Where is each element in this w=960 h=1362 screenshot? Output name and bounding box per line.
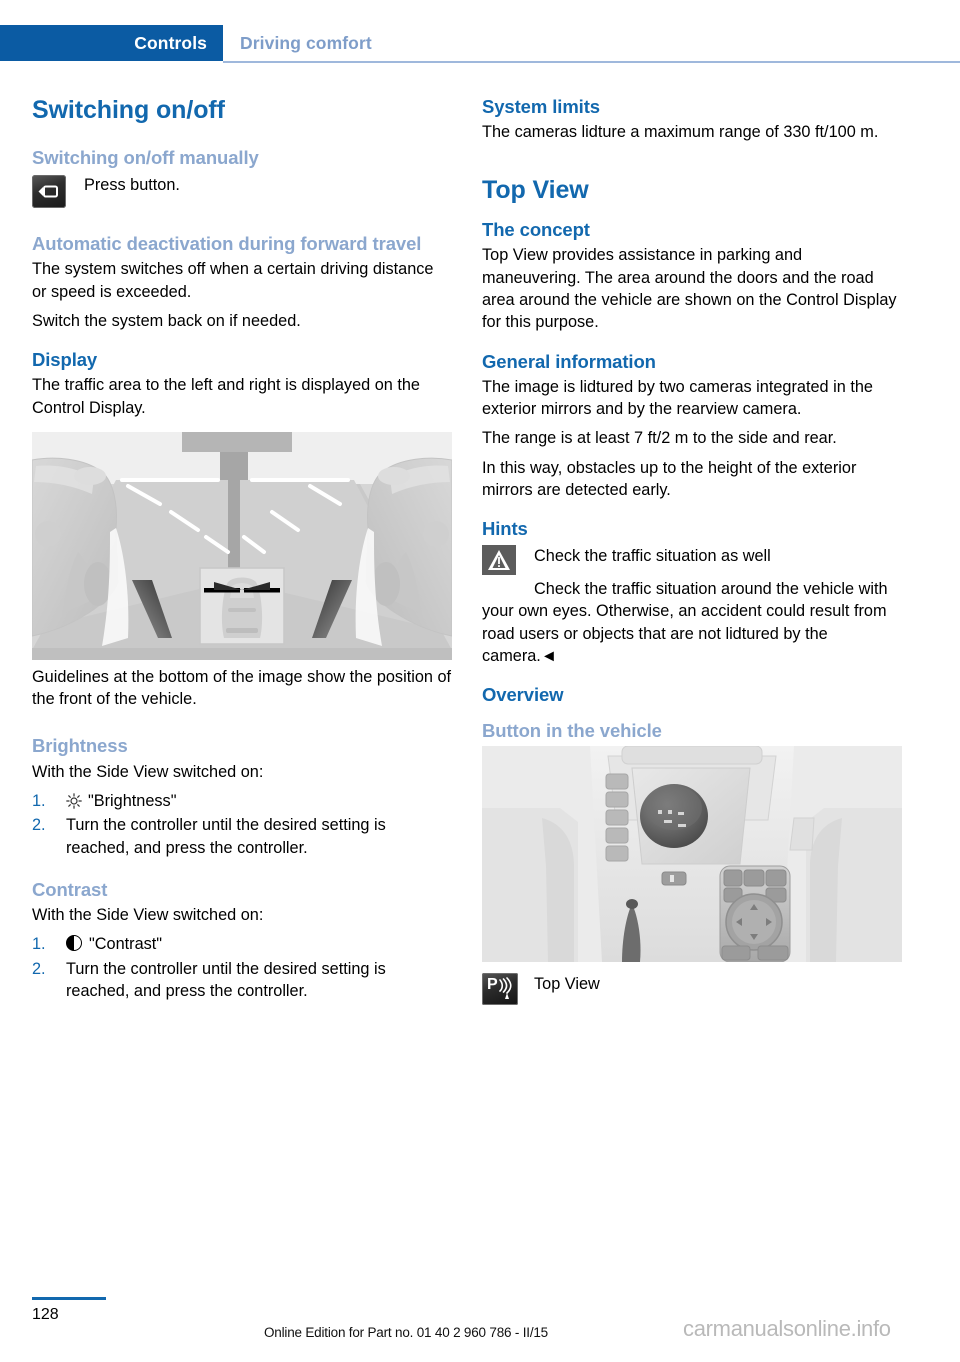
page-number: 128 [32,1306,59,1323]
heading-button-in-vehicle: Button in the vehicle [482,720,662,742]
heading-auto-deactivation: Automatic deactivation during forward tr… [32,233,422,255]
figure-center-console [482,745,902,962]
general-paragraph-1: The image is lidtured by two cameras int… [482,377,873,418]
list-item: 1. "Brightness" [32,790,452,812]
list-item: 1. "Contrast" [32,933,452,955]
half-circle-icon [66,935,82,952]
warning-triangle-icon [482,545,516,576]
top-view-caption-row: P Top View [482,971,902,1005]
press-button-label: Press button. [84,176,180,195]
brightness-steps: 1. "Brightness" 2. Turn the controller u… [32,790,452,859]
system-limits-paragraph: The cameras lidture a maximum range of 3… [482,123,879,141]
right-column: System limits The cameras lidture a maxi… [482,96,902,1005]
list-item: 2. Turn the controller until the desired… [32,814,452,859]
sun-icon [66,793,82,809]
display-paragraph-2: Guidelines at the bottom of the image sh… [32,667,452,709]
auto-deactivation-paragraph-1: The system switches off when a certain d… [32,260,434,301]
pdc-p-letter: P [487,975,498,993]
breadcrumb-section: Driving comfort [240,33,372,53]
figure-side-view-display [32,431,452,660]
edition-note: Online Edition for Part no. 01 40 2 960 … [264,1325,548,1340]
brightness-intro: With the Side View switched on: [32,762,264,781]
warning-body: Check the traffic situation around the v… [482,580,888,666]
heading-system-limits: System limits [482,96,600,117]
header-divider [223,61,960,63]
warning-title: Check the traffic situation as well [534,547,771,566]
step-text: "Contrast" [89,935,163,954]
contrast-intro: With the Side View switched on: [32,905,264,924]
list-item: 2. Turn the controller until the desired… [32,958,452,1003]
heading-brightness: Brightness [32,735,128,757]
top-view-caption-label: Top View [534,974,600,993]
warning-block: Check the traffic situation as well [482,543,902,577]
pdc-top-view-icon: P [482,972,518,1005]
heading-hints: Hints [482,518,528,540]
footer-divider [32,1297,106,1300]
heading-switching-onoff: Switching on/off [32,96,225,124]
step-number: 1. [32,791,46,810]
heading-the-concept: The concept [482,219,590,241]
display-paragraph-1: The traffic area to the left and right i… [32,376,420,417]
heading-display: Display [32,349,98,371]
heading-contrast: Contrast [32,878,108,900]
page-header: Controls Driving comfort [0,25,960,63]
camera-button-icon [32,175,66,209]
step-text: Turn the controller until the desired se… [66,816,386,857]
general-paragraph-3: In this way, obstacles up to the height … [482,458,857,499]
heading-top-view: Top View [482,176,589,205]
watermark: carmanualsonline.info [683,1316,891,1341]
heading-overview: Overview [482,684,564,706]
auto-deactivation-paragraph-2: Switch the system back on if needed. [32,311,301,330]
press-button-row: Press button. [32,172,452,209]
left-column: Switching on/off Switching on/off manual… [32,96,452,1004]
breadcrumb-chapter: Controls [0,25,223,61]
step-text: Turn the controller until the desired se… [66,959,386,1000]
step-number: 2. [32,816,46,835]
step-number: 1. [32,935,46,954]
heading-general-information: General information [482,350,656,372]
heading-switching-manually: Switching on/off manually [32,147,259,168]
concept-paragraph: Top View provides assistance in parking … [482,246,897,332]
step-text: "Brightness" [88,791,177,810]
contrast-steps: 1. "Contrast" 2. Turn the controller unt… [32,933,452,1002]
step-number: 2. [32,959,46,978]
side-view-illustration [32,431,452,660]
center-console-illustration [482,745,902,962]
general-paragraph-2: The range is at least 7 ft/2 m to the si… [482,429,837,448]
